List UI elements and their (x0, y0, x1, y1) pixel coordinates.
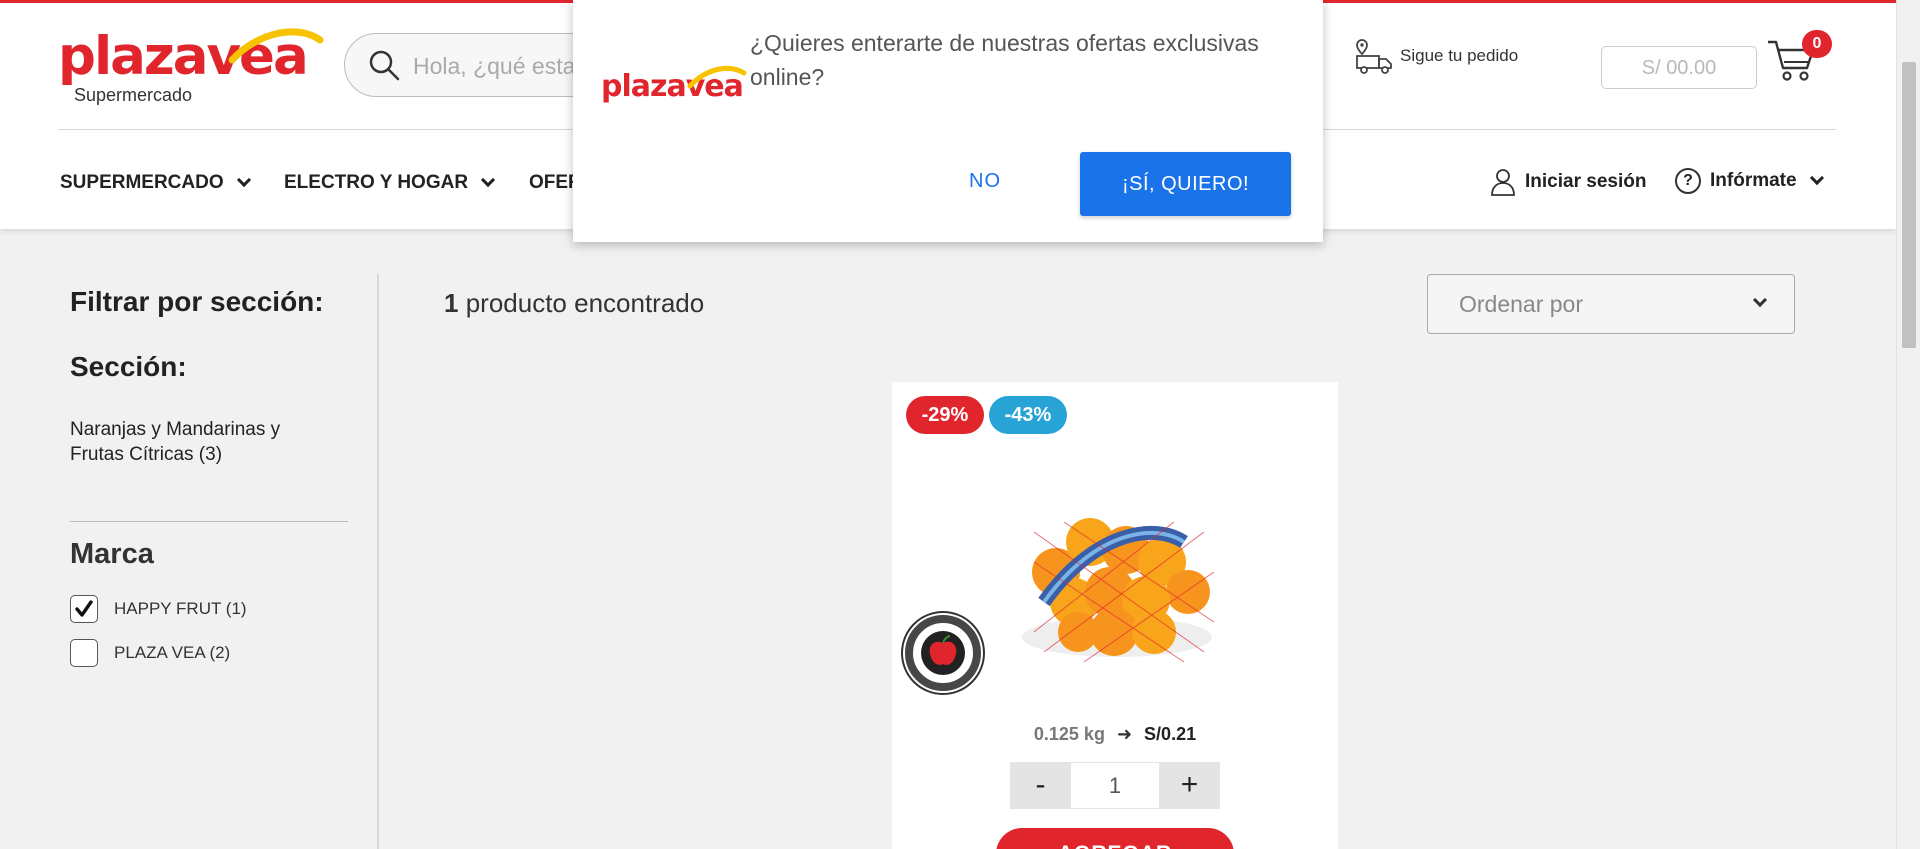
brand-option-plaza-vea[interactable]: PLAZA VEA (2) (70, 639, 230, 667)
price-per-unit: 0.125 kg ➜ S/0.21 (892, 724, 1338, 745)
results-count-number: 1 (444, 288, 459, 318)
brand-checkbox[interactable] (70, 595, 98, 623)
modal-logo: plazavea (601, 64, 747, 110)
login-label: Iniciar sesión (1525, 171, 1647, 192)
results-count-text: producto encontrado (465, 288, 705, 318)
track-order-label: Sigue tu pedido (1400, 46, 1519, 65)
question-icon: ? (1675, 168, 1701, 194)
quantity-stepper[interactable]: - 1 + (1010, 762, 1220, 809)
inform-label: Infórmate (1710, 170, 1797, 191)
notification-prompt: plazavea ¿Quieres enterarte de nuestras … (573, 0, 1323, 242)
checkmark-icon (75, 600, 93, 617)
section-filter-link[interactable]: Naranjas y Mandarinas y Frutas Cítricas … (70, 417, 310, 467)
product-image[interactable] (1004, 472, 1230, 682)
section-title: Sección: (70, 351, 187, 382)
chevron-down-icon (1752, 292, 1768, 308)
scrollbar-thumb[interactable] (1902, 62, 1916, 348)
cart-total[interactable]: S/ 00.00 (1601, 46, 1757, 89)
chevron-down-icon (236, 172, 251, 188)
increase-button[interactable]: + (1159, 762, 1220, 809)
brand-label: PLAZA VEA (2) (114, 643, 231, 662)
brand-title: Marca (70, 538, 154, 570)
accept-button[interactable]: ¡SÍ, QUIERO! (1080, 152, 1291, 216)
add-to-cart-button[interactable]: AGREGAR (996, 828, 1234, 849)
modal-message: ¿Quieres enterarte de nuestras ofertas e… (750, 30, 1259, 90)
sort-select[interactable]: Ordenar por (1427, 274, 1795, 334)
nav-supermercado[interactable]: SUPERMERCADO (60, 172, 251, 194)
user-icon (1491, 169, 1515, 196)
filter-title: Filtrar por sección: (70, 286, 324, 317)
sidebar-separator (377, 274, 379, 849)
nav-electro-hogar[interactable]: ELECTRO Y HOGAR (284, 172, 496, 194)
page-scrollbar[interactable] (1896, 0, 1920, 849)
discount-badge: -29% (906, 396, 984, 434)
brand-option-happy-frut[interactable]: HAPPY FRUT (1) (70, 595, 247, 623)
arrow-right-icon: ➜ (1116, 724, 1133, 744)
chevron-down-icon (1809, 170, 1824, 186)
brand-label: HAPPY FRUT (1) (114, 599, 247, 618)
quantity-input[interactable]: 1 (1071, 762, 1159, 809)
logo-swoosh-icon (228, 28, 324, 64)
search-icon[interactable] (367, 48, 401, 82)
decline-button[interactable]: NO (969, 170, 1001, 193)
brand-checkbox[interactable] (70, 639, 98, 667)
login-link[interactable]: Iniciar sesión (1490, 168, 1646, 196)
results-count: 1 producto encontrado (444, 288, 704, 319)
sidebar-divider (70, 521, 348, 522)
product-card[interactable]: -29% -43% 0.125 kg ➜ S/0.21 - 1 + (892, 382, 1338, 849)
plazavea-logo[interactable]: plazavea Supermercado (58, 26, 324, 108)
inform-menu[interactable]: ? Infórmate (1675, 168, 1824, 194)
unit-weight: 0.125 kg (1033, 724, 1105, 744)
chevron-down-icon (480, 172, 496, 188)
unit-price: S/0.21 (1144, 724, 1197, 744)
search-input[interactable]: Hola, ¿qué esta (413, 53, 575, 80)
cart-count-badge: 0 (1802, 30, 1832, 58)
truck-location-icon (1356, 39, 1392, 74)
nav-label: SUPERMERCADO (60, 172, 224, 193)
decrease-button[interactable]: - (1010, 762, 1071, 809)
sort-label: Ordenar por (1459, 291, 1584, 317)
card-discount-badge: -43% (989, 396, 1067, 434)
expert-seal-icon (901, 611, 985, 695)
logo-subtitle: Supermercado (74, 85, 193, 105)
nav-label: ELECTRO Y HOGAR (284, 172, 469, 193)
logo-swoosh-icon (687, 65, 747, 89)
